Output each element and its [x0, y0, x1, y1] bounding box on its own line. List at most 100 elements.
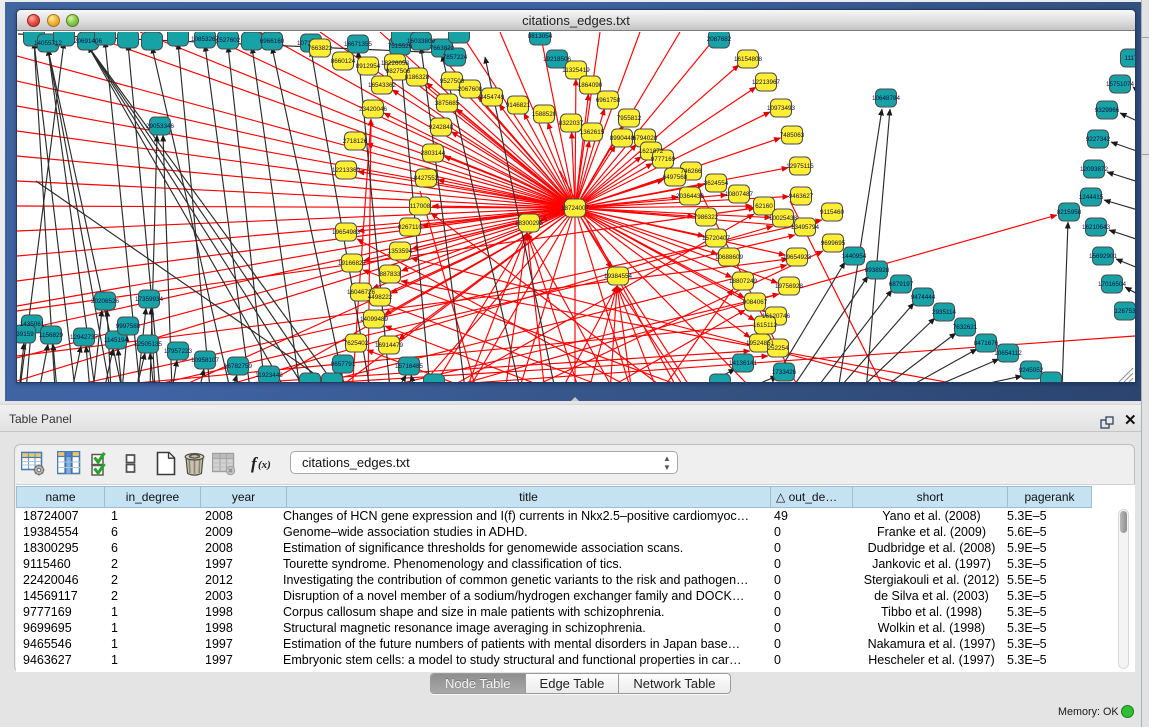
svg-text:2718126: 2718126: [343, 138, 368, 145]
svg-text:126753: 126753: [1114, 308, 1135, 315]
svg-text:19654923: 19654923: [783, 254, 812, 261]
svg-text:1435061: 1435061: [20, 321, 45, 328]
svg-text:9474444: 9474444: [911, 294, 936, 301]
svg-text:14099489: 14099489: [360, 316, 389, 323]
svg-text:9227342: 9227342: [1086, 136, 1111, 143]
svg-text:10025438: 10025438: [769, 215, 798, 222]
svg-text:12942737: 12942737: [70, 334, 99, 341]
svg-text:9329966: 9329966: [1095, 107, 1120, 114]
svg-text:14055712: 14055712: [34, 40, 63, 47]
svg-text:10807487: 10807487: [725, 191, 754, 198]
svg-text:15692901: 15692901: [1089, 253, 1118, 260]
svg-text:6794028: 6794028: [633, 135, 658, 142]
svg-text:8186328: 8186328: [405, 74, 430, 81]
svg-text:6879197: 6879197: [889, 281, 914, 288]
svg-text:8938928: 8938928: [865, 267, 890, 274]
svg-text:12975115: 12975115: [786, 163, 814, 170]
svg-text:23420046: 23420046: [359, 106, 388, 113]
svg-text:887833: 887833: [379, 271, 401, 278]
svg-text:16543362: 16543362: [368, 82, 397, 89]
svg-text:16033809: 16033809: [407, 38, 436, 45]
svg-text:17957223: 17957223: [164, 348, 193, 355]
svg-text:17016504: 17016504: [1098, 281, 1127, 288]
svg-text:18724007: 18724007: [561, 205, 590, 212]
svg-text:19384554: 19384554: [604, 273, 633, 280]
svg-text:19654983: 19654983: [332, 229, 361, 236]
svg-text:8267110: 8267110: [398, 224, 423, 231]
svg-text:15751074: 15751074: [1106, 81, 1135, 88]
svg-text:2935114: 2935114: [932, 309, 957, 316]
svg-text:16671355: 16671355: [344, 41, 373, 48]
svg-text:13495794: 13495794: [791, 224, 820, 231]
svg-text:1353594: 1353594: [388, 248, 413, 255]
svg-text:9245052: 9245052: [1019, 367, 1044, 374]
svg-text:1864090: 1864090: [578, 82, 603, 89]
svg-text:18300295: 18300295: [515, 220, 544, 227]
svg-text:6497568: 6497568: [663, 174, 688, 181]
svg-text:1244415: 1244415: [1079, 194, 1104, 201]
svg-text:1440954: 1440954: [842, 253, 867, 260]
svg-text:1156829: 1156829: [39, 332, 64, 339]
svg-text:1527602: 1527602: [216, 37, 241, 44]
svg-text:9463627: 9463627: [789, 193, 814, 200]
svg-text:10654112: 10654112: [994, 350, 1022, 357]
svg-text:19166827: 19166827: [338, 260, 367, 267]
svg-text:12505135: 12505135: [134, 341, 163, 348]
svg-text:10688609: 10688609: [715, 254, 744, 261]
svg-text:14136141: 14136141: [729, 360, 758, 367]
svg-text:9527508: 9527508: [440, 78, 465, 85]
svg-text:12213369: 12213369: [332, 167, 361, 174]
svg-text:7485063: 7485063: [780, 132, 805, 139]
svg-text:8660124: 8660124: [331, 58, 356, 65]
svg-text:16154808: 16154808: [734, 56, 763, 63]
svg-text:16120746: 16120746: [762, 313, 791, 320]
svg-text:16210643: 16210643: [1082, 224, 1111, 231]
svg-text:62160: 62160: [755, 203, 773, 210]
svg-text:2067608: 2067608: [458, 86, 483, 93]
svg-text:18807249: 18807249: [729, 278, 758, 285]
svg-text:19756928: 19756928: [775, 283, 804, 290]
svg-text:1615112: 1615112: [753, 322, 778, 329]
svg-text:39159: 39159: [17, 331, 34, 338]
svg-text:29053346: 29053346: [146, 123, 175, 130]
svg-text:20206526: 20206526: [91, 298, 120, 305]
svg-text:8912954: 8912954: [356, 63, 381, 70]
svg-text:20691406: 20691406: [74, 38, 103, 45]
svg-text:7632621: 7632621: [953, 324, 978, 331]
svg-text:2803144: 2803144: [421, 150, 446, 157]
svg-text:1588520: 1588520: [532, 111, 557, 118]
svg-text:9657791: 9657791: [331, 361, 356, 368]
svg-text:1117: 1117: [1124, 55, 1135, 62]
svg-text:1621072: 1621072: [639, 148, 664, 155]
svg-text:8990448: 8990448: [610, 135, 635, 142]
svg-text:8813054: 8813054: [528, 33, 553, 40]
svg-text:7625402: 7625402: [344, 340, 369, 347]
svg-text:16782759: 16782759: [224, 363, 253, 370]
svg-text:9997588: 9997588: [116, 323, 141, 330]
svg-text:12093872: 12093872: [1080, 166, 1109, 173]
svg-text:9777169: 9777169: [651, 156, 676, 163]
svg-text:3624554: 3624554: [704, 180, 729, 187]
svg-text:8322037: 8322037: [559, 120, 584, 127]
svg-text:12213967: 12213967: [752, 79, 781, 86]
svg-text:9242848: 9242848: [429, 124, 454, 131]
svg-text:8215958: 8215958: [1057, 209, 1082, 216]
svg-text:10648784: 10648784: [872, 95, 901, 102]
svg-text:3875685: 3875685: [435, 100, 460, 107]
svg-text:9699695: 9699695: [821, 240, 846, 247]
svg-text:15716485: 15716485: [395, 363, 424, 370]
svg-text:7955812: 7955812: [617, 115, 642, 122]
svg-text:10958107: 10958107: [191, 357, 220, 364]
svg-text:7857224: 7857224: [443, 54, 468, 61]
svg-text:9084067: 9084067: [743, 299, 768, 306]
svg-text:11325419: 11325419: [562, 67, 590, 74]
svg-text:9146821: 9146821: [506, 102, 531, 109]
svg-text:8454749: 8454749: [480, 94, 505, 101]
svg-text:11923448: 11923448: [255, 372, 283, 379]
svg-text:6961758: 6961758: [596, 97, 621, 104]
svg-text:1733426: 1733426: [772, 369, 797, 376]
svg-text:7663822: 7663822: [430, 45, 455, 52]
svg-text:18226058: 18226058: [381, 60, 410, 67]
svg-text:1145194: 1145194: [104, 337, 129, 344]
svg-text:17359934: 17359934: [135, 296, 164, 303]
